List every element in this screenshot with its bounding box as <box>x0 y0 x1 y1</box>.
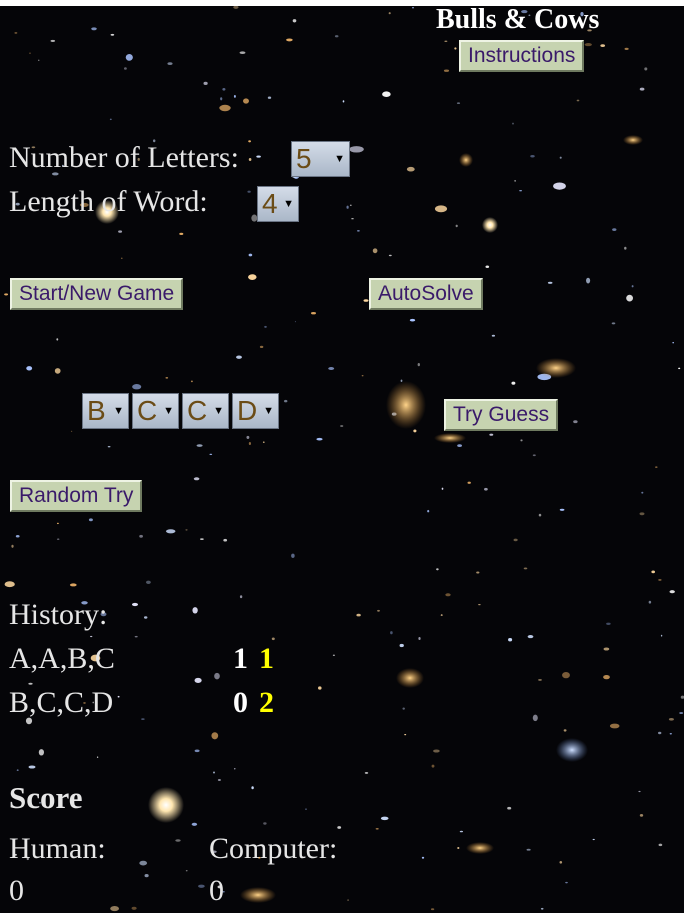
history-cows-count: 1 <box>259 642 274 675</box>
guess-letter-2-select[interactable]: C ▼ <box>132 393 179 429</box>
dropdown-arrow-icon: ▼ <box>334 153 345 165</box>
guess-letter-3: C <box>187 395 208 426</box>
history-bulls-count: 0 <box>233 686 248 719</box>
random-try-button[interactable]: Random Try <box>10 480 143 512</box>
history-word: A,A,B,C <box>9 642 115 675</box>
letters-label: Number of Letters: <box>9 141 239 174</box>
guess-letter-4: D <box>237 395 258 426</box>
score-title: Score <box>9 780 83 815</box>
space-background-image <box>0 0 684 913</box>
guess-letter-4-select[interactable]: D ▼ <box>232 393 279 429</box>
autosolve-button[interactable]: AutoSolve <box>369 278 483 310</box>
start-new-game-button[interactable]: Start/New Game <box>10 278 184 310</box>
guess-letter-2: C <box>137 395 158 426</box>
length-value: 4 <box>262 188 278 219</box>
computer-score-value: 0 <box>209 874 224 907</box>
instructions-button[interactable]: Instructions <box>459 40 585 72</box>
length-label: Length of Word: <box>9 185 208 218</box>
dropdown-arrow-icon: ▼ <box>263 405 274 417</box>
dropdown-arrow-icon: ▼ <box>113 405 124 417</box>
try-guess-button[interactable]: Try Guess <box>444 399 559 431</box>
computer-score-label: Computer: <box>209 832 338 865</box>
history-word: B,C,C,D <box>9 686 114 719</box>
human-score-value: 0 <box>9 874 24 907</box>
dropdown-arrow-icon: ▼ <box>163 405 174 417</box>
human-score-label: Human: <box>9 832 106 865</box>
history-cows-count: 2 <box>259 686 274 719</box>
game-title: Bulls & Cows <box>436 4 600 35</box>
guess-letter-3-select[interactable]: C ▼ <box>182 393 229 429</box>
history-bulls-count: 1 <box>233 642 248 675</box>
letters-select[interactable]: 5 ▼ <box>291 141 350 177</box>
guess-letter-1: B <box>87 395 106 426</box>
dropdown-arrow-icon: ▼ <box>213 405 224 417</box>
length-select[interactable]: 4 ▼ <box>257 186 299 222</box>
history-label: History: <box>9 598 108 631</box>
guess-letter-1-select[interactable]: B ▼ <box>82 393 129 429</box>
letters-value: 5 <box>296 143 312 174</box>
dropdown-arrow-icon: ▼ <box>283 198 294 210</box>
